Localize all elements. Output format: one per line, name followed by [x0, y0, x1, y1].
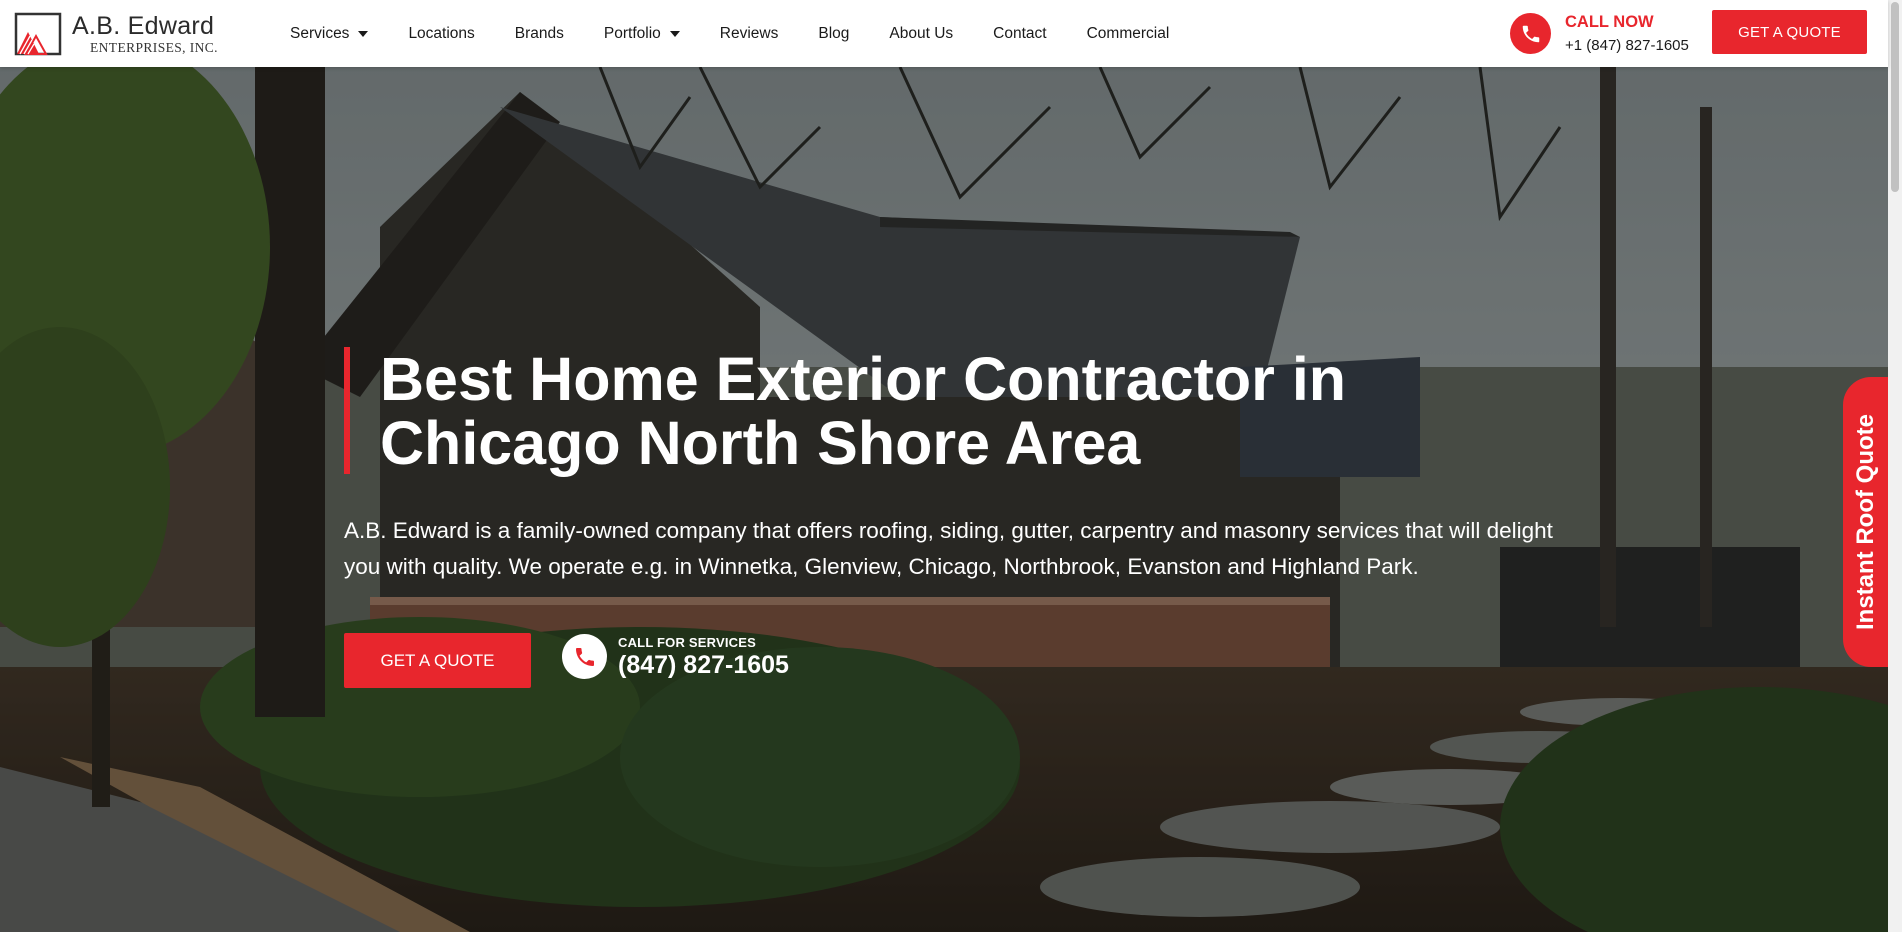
- nav-item-contact[interactable]: Contact: [993, 25, 1046, 43]
- chevron-down-icon: [669, 30, 680, 37]
- header-get-quote-button[interactable]: GET A QUOTE: [1712, 10, 1867, 54]
- nav-item-about-us[interactable]: About Us: [889, 25, 953, 43]
- nav-item-portfolio[interactable]: Portfolio: [604, 25, 680, 43]
- hero-overlay: [0, 67, 1888, 932]
- hero-call-for-services[interactable]: CALL FOR SERVICES (847) 827-1605: [562, 634, 789, 679]
- nav-item-label: About Us: [889, 24, 954, 42]
- nav-item-services[interactable]: Services: [290, 24, 369, 43]
- brand-subtitle: ENTERPRISES, INC.: [90, 39, 218, 55]
- phone-icon: [1510, 13, 1551, 54]
- chevron-down-icon: [358, 30, 369, 37]
- nav-item-reviews[interactable]: Reviews: [720, 25, 779, 43]
- call-for-services-number: (847) 827-1605: [618, 650, 789, 679]
- hero-description: A.B. Edward is a family-owned company th…: [344, 518, 1553, 579]
- site-header: A.B. Edward ENTERPRISES, INC. Services L…: [0, 0, 1888, 67]
- header-call-now[interactable]: CALL NOW +1 (847) 827-1605: [1510, 13, 1689, 54]
- nav-item-label: Services: [290, 24, 350, 42]
- nav-item-commercial[interactable]: Commercial: [1087, 25, 1170, 43]
- nav-item-label: Commercial: [1086, 24, 1170, 42]
- main-nav: Services Locations Brands Portfolio Revi…: [290, 0, 1169, 67]
- nav-item-label: Blog: [818, 24, 850, 42]
- nav-item-locations[interactable]: Locations: [408, 25, 474, 43]
- call-for-services-label: CALL FOR SERVICES: [618, 634, 756, 650]
- hero-get-quote-button[interactable]: GET A QUOTE: [344, 633, 531, 688]
- nav-item-label: Locations: [408, 24, 475, 42]
- nav-item-blog[interactable]: Blog: [818, 25, 849, 43]
- brand-name: A.B. Edward: [72, 11, 215, 40]
- instant-roof-quote-tab[interactable]: Instant Roof Quote: [1843, 377, 1888, 667]
- hero-title-accent-bar: [344, 347, 350, 474]
- brand-logo[interactable]: A.B. Edward ENTERPRISES, INC.: [14, 12, 229, 56]
- page-scrollbar[interactable]: [1888, 0, 1902, 932]
- nav-item-label: Contact: [993, 24, 1047, 42]
- logo-mark-icon: [14, 12, 62, 56]
- hero-title: Best Home Exterior Contractor in Chicago…: [380, 345, 1347, 477]
- scrollbar-thumb[interactable]: [1891, 2, 1899, 192]
- instant-roof-quote-label: Instant Roof Quote: [1851, 414, 1879, 630]
- call-now-number: +1 (847) 827-1605: [1565, 37, 1689, 55]
- nav-item-label: Reviews: [719, 24, 779, 42]
- call-now-title: CALL NOW: [1565, 12, 1654, 31]
- hero-section: Best Home Exterior Contractor in Chicago…: [0, 67, 1888, 932]
- nav-item-label: Brands: [514, 24, 564, 42]
- nav-item-label: Portfolio: [603, 24, 661, 42]
- phone-icon: [562, 634, 607, 679]
- nav-item-brands[interactable]: Brands: [515, 25, 564, 43]
